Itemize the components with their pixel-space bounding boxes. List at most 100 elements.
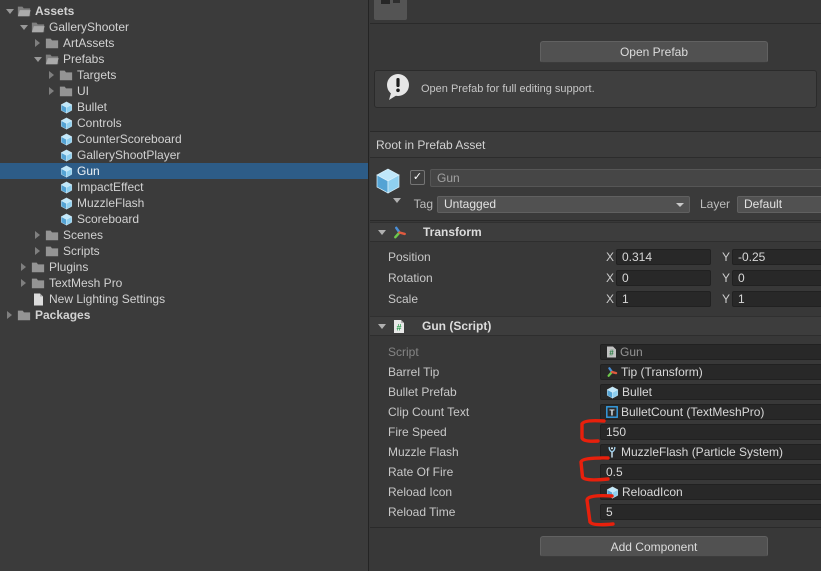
rotation-y-field[interactable]: 0 — [732, 270, 821, 286]
folder-icon — [44, 229, 60, 241]
foldout-arrow-icon[interactable] — [378, 324, 386, 329]
gameobject-name-field[interactable]: Gun — [430, 169, 821, 187]
tree-item-galleryshootplayer[interactable]: GalleryShootPlayer — [0, 147, 368, 163]
particle-icon — [606, 446, 618, 458]
prefab-icon — [606, 486, 619, 499]
helpbox-text: Open Prefab for full editing support. — [421, 83, 595, 95]
folder-icon — [30, 277, 46, 289]
svg-text:#: # — [609, 349, 614, 358]
prefab-icon — [58, 149, 74, 162]
script-row-label-reload-icon: Reload Icon — [388, 484, 452, 500]
axis-label-y: Y — [722, 270, 730, 286]
open-prefab-button[interactable]: Open Prefab — [540, 41, 768, 63]
tree-item-muzzleflash[interactable]: MuzzleFlash — [0, 195, 368, 211]
field-value: 0.5 — [606, 465, 623, 479]
doc-icon — [30, 293, 46, 306]
tree-item-label: Prefabs — [63, 51, 104, 67]
position-y-field[interactable]: -0.25 — [732, 249, 821, 265]
rate-of-fire-field[interactable]: 0.5 — [600, 464, 821, 480]
inspector-panel: Open Prefab Open Prefab for full editing… — [370, 0, 821, 571]
foldout-arrow-icon[interactable] — [378, 230, 386, 235]
reload-time-field[interactable]: 5 — [600, 504, 821, 520]
tree-item-controls[interactable]: Controls — [0, 115, 368, 131]
gun-script-title: Gun (Script) — [422, 319, 491, 333]
tree-item-gun[interactable]: Gun — [0, 163, 368, 179]
expander-open-icon[interactable] — [31, 57, 44, 62]
tree-item-assets[interactable]: Assets — [0, 3, 368, 19]
field-value: ReloadIcon — [622, 485, 683, 499]
axis-label-x: X — [606, 270, 614, 286]
tree-item-scripts[interactable]: Scripts — [0, 243, 368, 259]
clip-count-text-field[interactable]: TBulletCount (TextMeshPro) — [600, 404, 821, 420]
tree-item-bullet[interactable]: Bullet — [0, 99, 368, 115]
tree-item-prefabs[interactable]: Prefabs — [0, 51, 368, 67]
expander-closed-icon[interactable] — [45, 87, 58, 95]
gun-script-component-header[interactable]: # Gun (Script) — [370, 316, 821, 336]
divider — [370, 527, 821, 528]
tree-item-label: MuzzleFlash — [77, 195, 144, 211]
prefab-cube-icon — [374, 167, 402, 200]
fire-speed-field[interactable]: 150 — [600, 424, 821, 440]
axis-label-x: X — [606, 291, 614, 307]
tree-item-textmesh-pro[interactable]: TextMesh Pro — [0, 275, 368, 291]
script-row-label-script: Script — [388, 344, 419, 360]
expander-open-icon[interactable] — [3, 9, 16, 14]
expander-closed-icon[interactable] — [31, 39, 44, 47]
transform-component-header[interactable]: Transform — [370, 222, 821, 242]
tree-item-plugins[interactable]: Plugins — [0, 259, 368, 275]
root-in-prefab-asset-bar: Root in Prefab Asset — [370, 131, 821, 158]
tree-item-label: GalleryShootPlayer — [77, 147, 180, 163]
script-field[interactable]: #Gun — [600, 344, 821, 360]
tree-item-ui[interactable]: UI — [0, 83, 368, 99]
transform-icon — [606, 366, 618, 378]
prefab-icon — [58, 101, 74, 114]
folder-icon — [58, 69, 74, 81]
info-icon — [385, 73, 411, 106]
field-value: MuzzleFlash (Particle System) — [621, 445, 783, 459]
expander-closed-icon[interactable] — [31, 247, 44, 255]
tree-item-impacteffect[interactable]: ImpactEffect — [0, 179, 368, 195]
transform-row-label-scale: Scale — [388, 291, 418, 307]
tree-item-scenes[interactable]: Scenes — [0, 227, 368, 243]
script-row-label-fire-speed: Fire Speed — [388, 424, 447, 440]
expander-closed-icon[interactable] — [45, 71, 58, 79]
tree-item-targets[interactable]: Targets — [0, 67, 368, 83]
transform-row-label-position: Position — [388, 249, 431, 265]
layer-dropdown[interactable]: Default — [737, 196, 821, 213]
tree-item-artassets[interactable]: ArtAssets — [0, 35, 368, 51]
csharp-script-icon: # — [392, 319, 406, 334]
field-value: 150 — [606, 425, 626, 439]
tree-item-packages[interactable]: Packages — [0, 307, 368, 323]
rotation-x-field[interactable]: 0 — [616, 270, 711, 286]
prefab-menu-chevron-icon[interactable] — [393, 198, 401, 203]
muzzle-flash-field[interactable]: MuzzleFlash (Particle System) — [600, 444, 821, 460]
position-x-field[interactable]: 0.314 — [616, 249, 711, 265]
tree-item-scoreboard[interactable]: Scoreboard — [0, 211, 368, 227]
expander-closed-icon[interactable] — [17, 279, 30, 287]
script-row-label-clip-count-text: Clip Count Text — [388, 404, 469, 420]
prefab-icon — [58, 213, 74, 226]
expander-open-icon[interactable] — [17, 25, 30, 30]
tree-item-label: GalleryShooter — [49, 19, 129, 35]
expander-closed-icon[interactable] — [17, 263, 30, 271]
active-checkbox[interactable]: ✓ — [410, 170, 425, 185]
scale-x-field[interactable]: 1 — [616, 291, 711, 307]
script-row-label-muzzle-flash: Muzzle Flash — [388, 444, 459, 460]
project-tree: AssetsGalleryShooterArtAssetsPrefabsTarg… — [0, 3, 368, 323]
tree-item-new-lighting-settings[interactable]: New Lighting Settings — [0, 291, 368, 307]
expander-closed-icon[interactable] — [3, 311, 16, 319]
divider — [370, 23, 821, 24]
prefab-icon — [606, 386, 619, 399]
barrel-tip-field[interactable]: Tip (Transform) — [600, 364, 821, 380]
scale-y-field[interactable]: 1 — [732, 291, 821, 307]
tree-item-label: Targets — [77, 67, 116, 83]
tree-item-counterscoreboard[interactable]: CounterScoreboard — [0, 131, 368, 147]
reload-icon-field[interactable]: ReloadIcon — [600, 484, 821, 500]
tag-dropdown[interactable]: Untagged — [437, 196, 690, 213]
field-value: BulletCount (TextMeshPro) — [621, 405, 764, 419]
add-component-button[interactable]: Add Component — [540, 536, 768, 557]
folder-icon — [16, 309, 32, 321]
expander-closed-icon[interactable] — [31, 231, 44, 239]
bullet-prefab-field[interactable]: Bullet — [600, 384, 821, 400]
tree-item-galleryshooter[interactable]: GalleryShooter — [0, 19, 368, 35]
